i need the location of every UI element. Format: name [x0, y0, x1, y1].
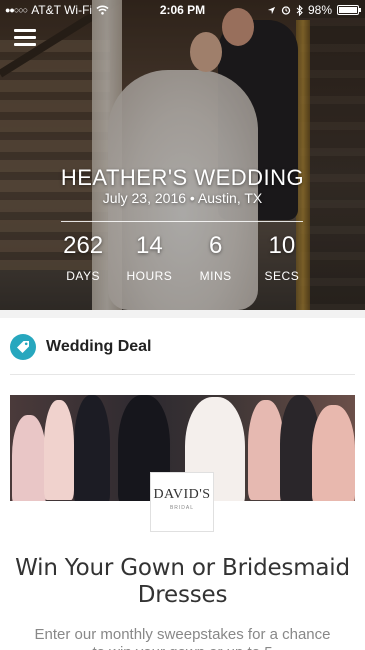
- deal-headline[interactable]: Win Your Gown or Bridesmaid Dresses: [0, 555, 365, 609]
- countdown-label: DAYS: [66, 269, 101, 283]
- status-bar: ●●○○○ AT&T Wi-Fi 2:06 PM 98%: [0, 0, 365, 20]
- countdown-timer: 262 DAYS 14 HOURS 6 MINS 10 SECS: [0, 232, 365, 283]
- countdown-value: 6: [208, 232, 223, 259]
- status-right: 98%: [267, 3, 361, 17]
- countdown-value: 262: [63, 232, 104, 259]
- brand-name: DAVID'S: [153, 487, 211, 502]
- battery-icon: [337, 5, 361, 15]
- alarm-icon: [281, 6, 291, 15]
- countdown-label: HOURS: [126, 269, 173, 283]
- brand-subtitle: BRIDAL: [169, 505, 195, 511]
- deal-section-title: Wedding Deal: [46, 338, 152, 355]
- hero-divider: [61, 221, 303, 222]
- deal-divider: [10, 374, 355, 375]
- davids-bridal-logo: DAVID'S BRIDAL: [150, 472, 214, 532]
- wedding-title: HEATHER'S WEDDING: [60, 165, 305, 190]
- countdown-hours: 14 HOURS: [118, 232, 180, 283]
- countdown-label: SECS: [264, 269, 300, 283]
- countdown-label: MINS: [199, 269, 232, 283]
- bluetooth-icon: [296, 4, 303, 16]
- countdown-days: 262 DAYS: [52, 232, 114, 283]
- hamburger-menu-icon[interactable]: [14, 29, 36, 47]
- wedding-date-location: July 23, 2016 • Austin, TX: [102, 190, 263, 206]
- battery-percentage: 98%: [307, 3, 332, 17]
- countdown-value: 14: [136, 232, 163, 259]
- deal-description: Enter our monthly sweepstakes for a chan…: [34, 626, 331, 650]
- tag-icon: [10, 334, 36, 360]
- countdown-mins: 6 MINS: [185, 232, 247, 283]
- wedding-deal-card[interactable]: Wedding Deal DAVID'S BRIDAL Win Your Gow…: [0, 318, 365, 650]
- location-arrow-icon: [267, 6, 276, 14]
- countdown-value: 10: [268, 232, 296, 259]
- deal-header: Wedding Deal: [10, 334, 152, 360]
- countdown-secs: 10 SECS: [251, 232, 313, 283]
